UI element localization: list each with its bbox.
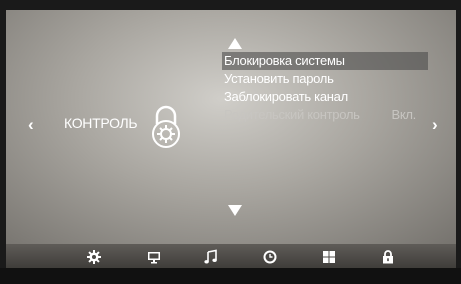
menu-item-set-password[interactable]: Установить пароль	[222, 70, 428, 88]
section-title: КОНТРОЛЬ	[64, 115, 138, 131]
bottom-strip	[0, 268, 461, 284]
lock-gear-icon	[152, 105, 180, 148]
windows-icon[interactable]	[321, 249, 337, 265]
settings-menu: Блокировка системы Установить пароль Заб…	[222, 52, 428, 124]
menu-item-label: Заблокировать канал	[224, 89, 348, 104]
chevron-right-icon[interactable]: ›	[432, 115, 438, 135]
menu-item-label: Родительский контроль	[224, 107, 360, 122]
scroll-down-arrow-icon[interactable]	[228, 205, 242, 216]
monitor-icon[interactable]	[146, 249, 162, 265]
menu-item-label: Блокировка системы	[224, 53, 345, 68]
scroll-up-arrow-icon[interactable]	[228, 38, 242, 49]
gear-icon[interactable]	[86, 249, 102, 265]
menu-item-value: Вкл.	[391, 107, 416, 122]
chevron-left-icon[interactable]: ‹	[28, 115, 34, 135]
music-note-icon[interactable]	[203, 249, 219, 265]
menu-item-block-channel[interactable]: Заблокировать канал	[222, 88, 428, 106]
menu-item-system-lock[interactable]: Блокировка системы	[222, 52, 428, 70]
menu-item-parental-control: Родительский контроль Вкл.	[222, 106, 428, 124]
clock-icon[interactable]	[262, 249, 278, 265]
lock-icon[interactable]	[380, 249, 396, 265]
menu-item-label: Установить пароль	[224, 71, 334, 86]
bottom-nav-icons	[0, 249, 461, 265]
